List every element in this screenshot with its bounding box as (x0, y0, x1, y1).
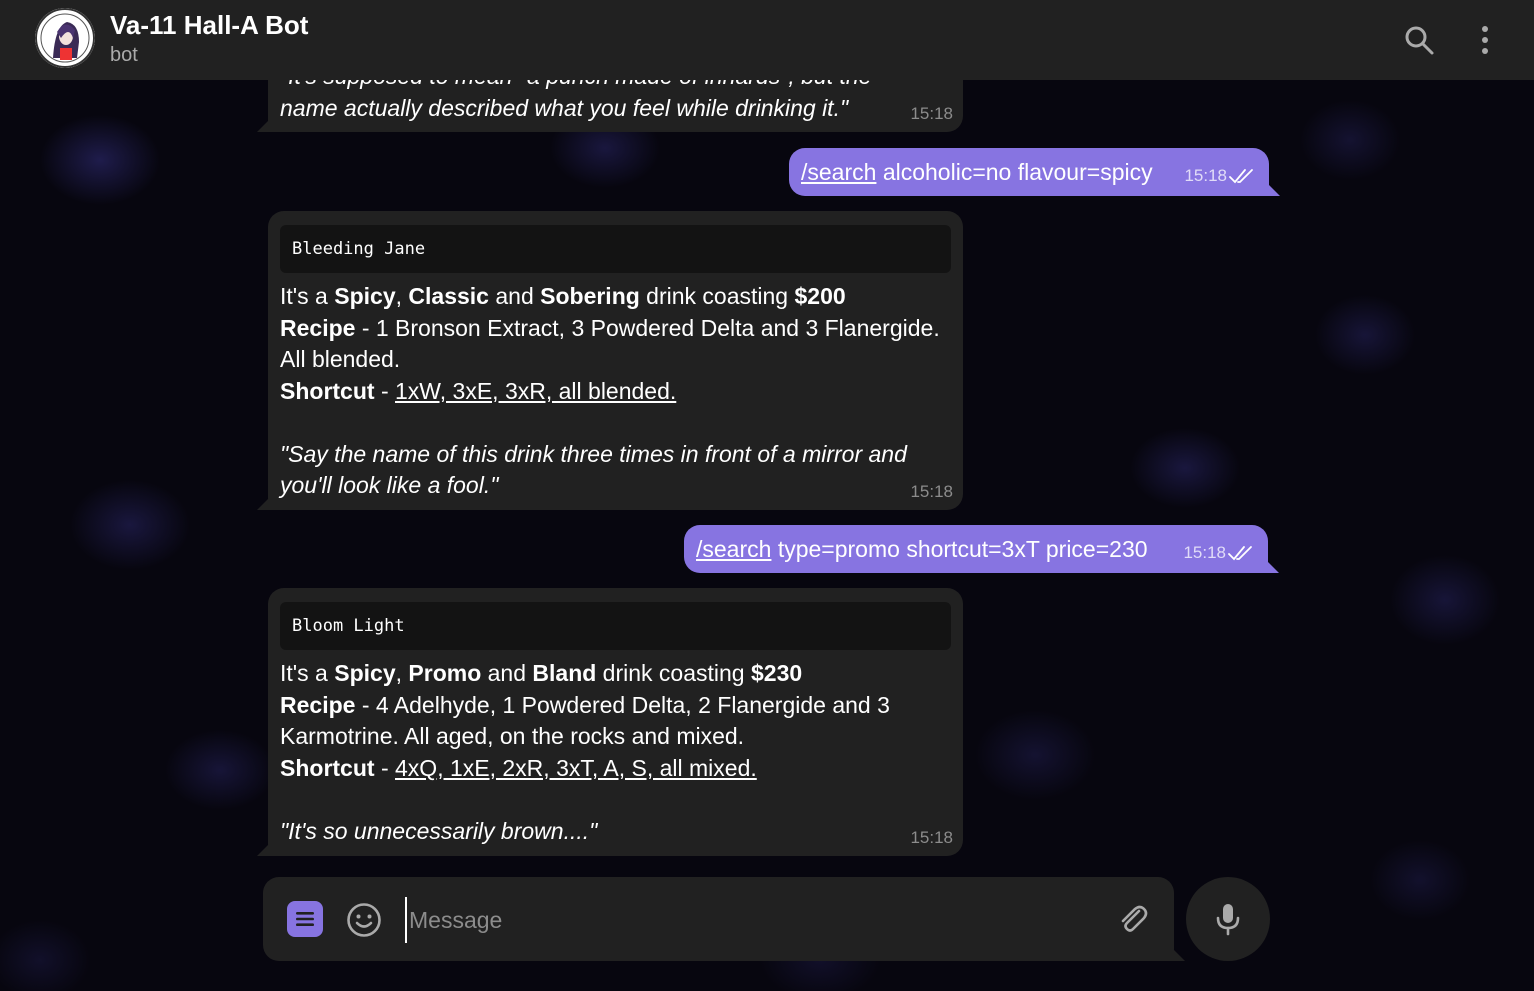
message-time: 15:18 (1184, 166, 1227, 185)
double-check-icon (1228, 546, 1252, 561)
message-composer (263, 877, 1185, 961)
attach-button[interactable] (1115, 901, 1151, 937)
user-message[interactable]: /search alcoholic=no flavour=spicy 15:18 (789, 148, 1280, 196)
bot-menu-icon (296, 912, 314, 926)
chat-title: Va-11 Hall-A Bot (110, 10, 309, 40)
recipe-line: Recipe - 1 Bronson Extract, 3 Powdered D… (280, 314, 940, 341)
recipe-line: Karmotrine. All aged, on the rocks and m… (280, 723, 745, 749)
more-options-button[interactable] (1463, 18, 1507, 62)
bot-message[interactable]: Bleeding Jane It's a Spicy, Classic and … (257, 211, 963, 510)
avatar[interactable] (35, 8, 95, 68)
voice-message-button[interactable] (1186, 877, 1270, 961)
search-button[interactable] (1397, 18, 1441, 62)
drink-name-code[interactable]: Bleeding Jane (280, 225, 951, 273)
shortcut-text: 4xQ, 1xE, 2xR, 3xT, A, S, all mixed. (395, 754, 757, 781)
bot-message[interactable]: Bloom Light It's a Spicy, Promo and Blan… (257, 588, 963, 856)
double-check-icon (1229, 169, 1253, 184)
recipe-line: Recipe - 4 Adelhyde, 1 Powdered Delta, 2… (280, 691, 890, 718)
more-vertical-icon (1482, 26, 1488, 54)
message-input[interactable] (405, 897, 1111, 943)
user-message[interactable]: /search type=promo shortcut=3xT price=23… (684, 525, 1279, 573)
quote-line: you'll look like a fool." (280, 472, 499, 498)
drink-summary: It's a Spicy, Promo and Bland drink coas… (280, 660, 803, 686)
quote-line: "Say the name of this drink three times … (280, 440, 907, 467)
command-args: alcoholic=no flavour=spicy (876, 159, 1153, 185)
microphone-icon (1216, 904, 1240, 936)
drink-summary: It's a Spicy, Classic and Sobering drink… (280, 283, 846, 309)
drink-name-code[interactable]: Bloom Light (280, 602, 951, 650)
shortcut-line: Shortcut - 4xQ, 1xE, 2xR, 3xT, A, S, all… (280, 754, 757, 781)
bot-menu-button[interactable] (287, 901, 323, 937)
message-time: 15:18 (1183, 543, 1226, 562)
command-args: type=promo shortcut=3xT price=230 (771, 536, 1148, 562)
recipe-line: All blended. (280, 346, 401, 372)
search-icon (1405, 26, 1434, 55)
command-link[interactable]: /search (696, 536, 771, 562)
command-link[interactable]: /search (801, 159, 876, 185)
quote-line: name actually described what you feel wh… (280, 94, 849, 121)
emoji-icon (347, 903, 381, 937)
message-time: 15:18 (910, 104, 953, 123)
quote-line: "It's so unnecessarily brown...." (280, 817, 598, 844)
paperclip-icon (1121, 905, 1148, 932)
chat-subtitle: bot (110, 44, 138, 66)
shortcut-line: Shortcut - 1xW, 3xE, 3xR, all blended. (280, 377, 677, 404)
message-time: 15:18 (910, 828, 953, 847)
emoji-button[interactable] (345, 901, 383, 939)
message-time: 15:18 (910, 482, 953, 501)
shortcut-text: 1xW, 3xE, 3xR, all blended. (395, 377, 677, 404)
chat-header: Va-11 Hall-A Bot bot (0, 0, 1534, 80)
